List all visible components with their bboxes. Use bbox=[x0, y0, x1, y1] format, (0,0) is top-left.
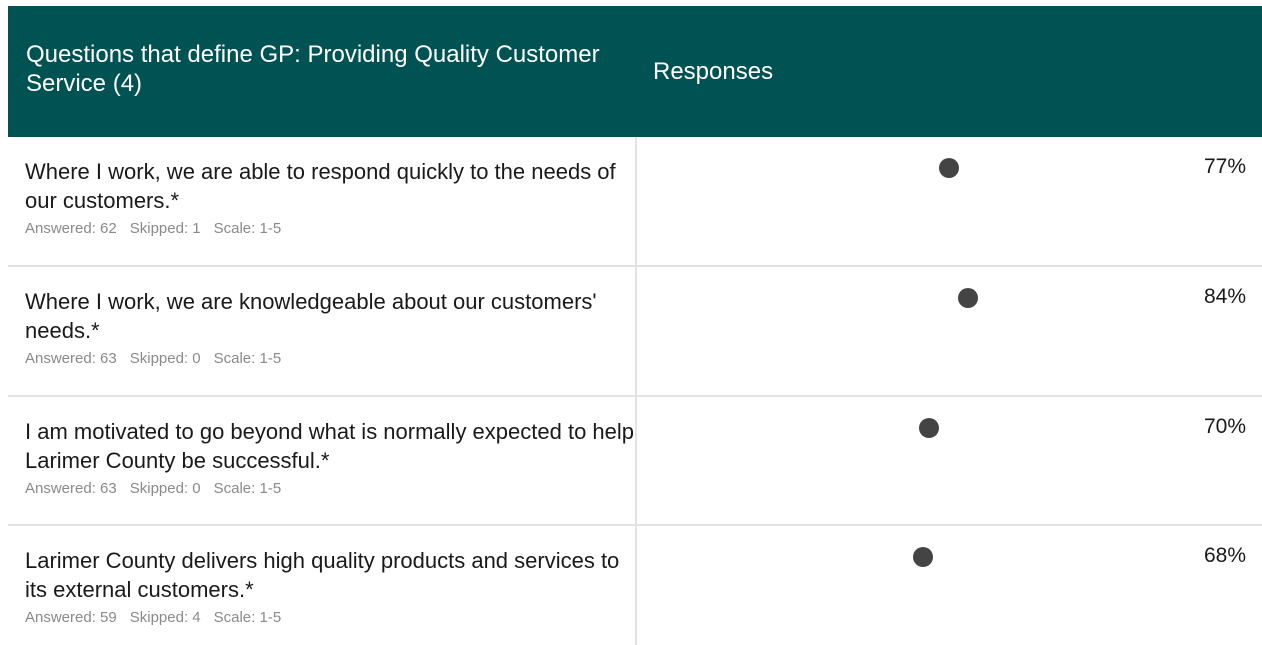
question-meta: Answered: 63 Skipped: 0 Scale: 1-5 bbox=[25, 480, 635, 497]
response-dot bbox=[918, 418, 939, 438]
scale-value: 1-5 bbox=[259, 350, 282, 367]
response-dot bbox=[938, 158, 959, 178]
skipped-label: Skipped: bbox=[129, 480, 189, 497]
question-text: Larimer County delivers high quality pro… bbox=[25, 548, 620, 602]
question-meta: Answered: 63 Skipped: 0 Scale: 1-5 bbox=[25, 350, 635, 367]
table-header: Questions that define GP: Providing Qual… bbox=[8, 6, 1262, 137]
skipped-value: 4 bbox=[192, 609, 201, 626]
answered-value: 59 bbox=[100, 609, 117, 626]
answered-value: 63 bbox=[100, 350, 117, 367]
response-percent: 70% bbox=[1203, 415, 1246, 438]
scale-stat: Scale: 1-5 bbox=[214, 609, 282, 626]
scale-value: 1-5 bbox=[259, 220, 282, 237]
response-percent: 68% bbox=[1203, 544, 1246, 567]
answered-stat: Answered: 62 bbox=[25, 220, 117, 237]
answered-label: Answered: bbox=[25, 220, 96, 237]
question-text: Where I work, we are able to respond qui… bbox=[25, 159, 616, 213]
response-cell: 70% bbox=[635, 397, 1262, 524]
response-cell: 77% bbox=[635, 137, 1262, 265]
answered-stat: Answered: 59 bbox=[25, 609, 117, 626]
question-cell: I am motivated to go beyond what is norm… bbox=[8, 397, 635, 524]
table-row: Larimer County delivers high quality pro… bbox=[8, 526, 1262, 645]
question-cell: Where I work, we are knowledgeable about… bbox=[8, 267, 635, 395]
question-text: Where I work, we are knowledgeable about… bbox=[25, 289, 597, 343]
question-meta: Answered: 59 Skipped: 4 Scale: 1-5 bbox=[25, 609, 635, 626]
skipped-stat: Skipped: 4 bbox=[130, 609, 201, 626]
scale-value: 1-5 bbox=[259, 609, 282, 626]
question-cell: Where I work, we are able to respond qui… bbox=[8, 137, 635, 265]
table-row: Where I work, we are knowledgeable about… bbox=[8, 267, 1262, 395]
answered-value: 62 bbox=[100, 220, 117, 237]
scale-stat: Scale: 1-5 bbox=[214, 480, 282, 497]
scale-label: Scale: bbox=[213, 220, 256, 237]
answered-value: 63 bbox=[100, 480, 117, 497]
skipped-value: 0 bbox=[192, 350, 201, 367]
scale-stat: Scale: 1-5 bbox=[214, 220, 282, 237]
answered-label: Answered: bbox=[25, 480, 96, 497]
answered-stat: Answered: 63 bbox=[25, 480, 117, 497]
question-meta: Answered: 62 Skipped: 1 Scale: 1-5 bbox=[25, 220, 635, 237]
skipped-stat: Skipped: 1 bbox=[130, 220, 201, 237]
response-percent: 84% bbox=[1203, 285, 1246, 308]
survey-results-table: Questions that define GP: Providing Qual… bbox=[0, 0, 1262, 645]
header-question-title: Questions that define GP: Providing Qual… bbox=[26, 41, 600, 97]
header-responses-title: Responses bbox=[653, 58, 774, 85]
answered-label: Answered: bbox=[25, 350, 96, 367]
response-cell: 68% bbox=[635, 526, 1262, 645]
scale-stat: Scale: 1-5 bbox=[214, 350, 282, 367]
skipped-stat: Skipped: 0 bbox=[130, 480, 201, 497]
answered-stat: Answered: 63 bbox=[25, 350, 117, 367]
response-dot bbox=[913, 547, 934, 567]
scale-label: Scale: bbox=[213, 350, 256, 367]
answered-label: Answered: bbox=[25, 609, 96, 626]
skipped-label: Skipped: bbox=[129, 609, 189, 626]
skipped-label: Skipped: bbox=[129, 220, 189, 237]
response-dot bbox=[958, 288, 979, 308]
table-row: Where I work, we are able to respond qui… bbox=[8, 137, 1262, 265]
skipped-value: 0 bbox=[192, 480, 201, 497]
scale-value: 1-5 bbox=[259, 480, 282, 497]
scale-label: Scale: bbox=[213, 609, 256, 626]
table-row: I am motivated to go beyond what is norm… bbox=[8, 397, 1262, 524]
skipped-label: Skipped: bbox=[129, 350, 189, 367]
question-cell: Larimer County delivers high quality pro… bbox=[8, 526, 635, 645]
response-percent: 77% bbox=[1203, 155, 1246, 178]
skipped-value: 1 bbox=[192, 220, 201, 237]
scale-label: Scale: bbox=[213, 480, 256, 497]
response-cell: 84% bbox=[635, 267, 1262, 395]
skipped-stat: Skipped: 0 bbox=[130, 350, 201, 367]
question-text: I am motivated to go beyond what is norm… bbox=[25, 419, 635, 473]
